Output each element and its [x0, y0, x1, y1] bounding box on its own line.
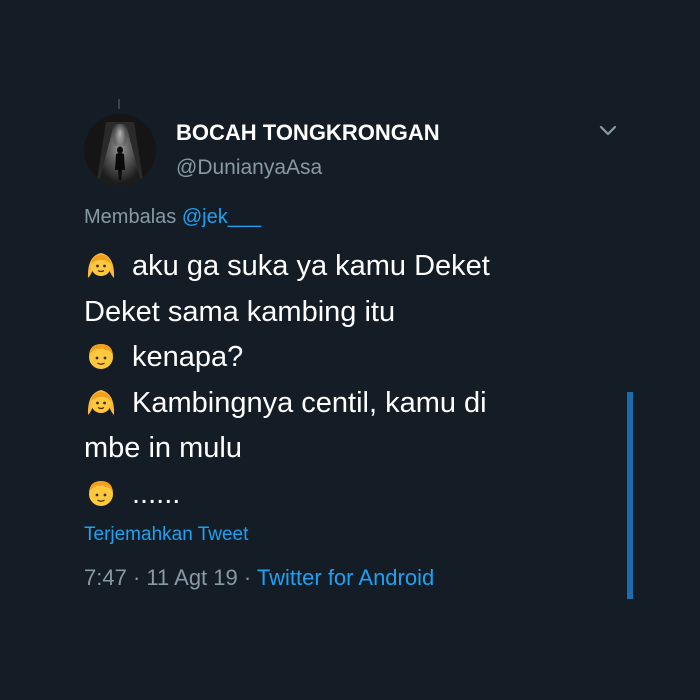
- display-name[interactable]: BOCAH TONGKRONGAN: [176, 120, 440, 146]
- avatar[interactable]: [84, 114, 156, 186]
- tweet-line-text: ......: [132, 477, 181, 510]
- tweet-text: aku ga suka ya kamu Deket Deket sama kam…: [84, 244, 604, 517]
- tweet-line-text: kenapa?: [132, 341, 244, 373]
- tweet-line: aku ga suka ya kamu Deket: [84, 244, 604, 290]
- tweet-date: 11 Agt 19: [146, 565, 238, 590]
- tweet-line: Kambingnya centil, kamu di: [84, 381, 604, 427]
- girl-emoji-icon: [87, 253, 115, 278]
- boy-emoji-icon: [89, 344, 113, 369]
- meta-separator: ·: [132, 565, 141, 590]
- scrollbar-thumb[interactable]: [627, 392, 633, 599]
- tweet-time: 7:47: [84, 565, 127, 590]
- translate-tweet-link[interactable]: Terjemahkan Tweet: [84, 524, 248, 546]
- chevron-down-icon[interactable]: [598, 124, 618, 138]
- tweet-line: ......: [84, 472, 604, 518]
- tweet-line-text: aku ga suka ya kamu Deket: [132, 250, 490, 282]
- boy-emoji-icon: [89, 480, 113, 506]
- tweet-line: kenapa?: [84, 335, 604, 381]
- tweet-source-link[interactable]: Twitter for Android: [257, 565, 434, 590]
- user-handle[interactable]: @DunianyaAsa: [176, 156, 322, 180]
- reply-context: Membalas @jek___: [84, 206, 261, 229]
- tweet-line: Deket sama kambing itu: [84, 290, 604, 336]
- meta-separator: ·: [243, 565, 252, 590]
- thread-connector-line: [118, 99, 120, 109]
- reply-mention-link[interactable]: @jek___: [182, 206, 261, 228]
- tweet-line-text: Kambingnya centil, kamu di: [132, 386, 487, 419]
- tweet-line-text: mbe in mulu: [84, 432, 242, 464]
- tweet-metadata: 7:47 · 11 Agt 19 · Twitter for Android: [84, 565, 434, 591]
- tweet-line: mbe in mulu: [84, 426, 604, 472]
- girl-emoji-icon: [87, 389, 115, 415]
- reply-prefix: Membalas: [84, 206, 177, 228]
- tweet-line-text: Deket sama kambing itu: [84, 295, 396, 328]
